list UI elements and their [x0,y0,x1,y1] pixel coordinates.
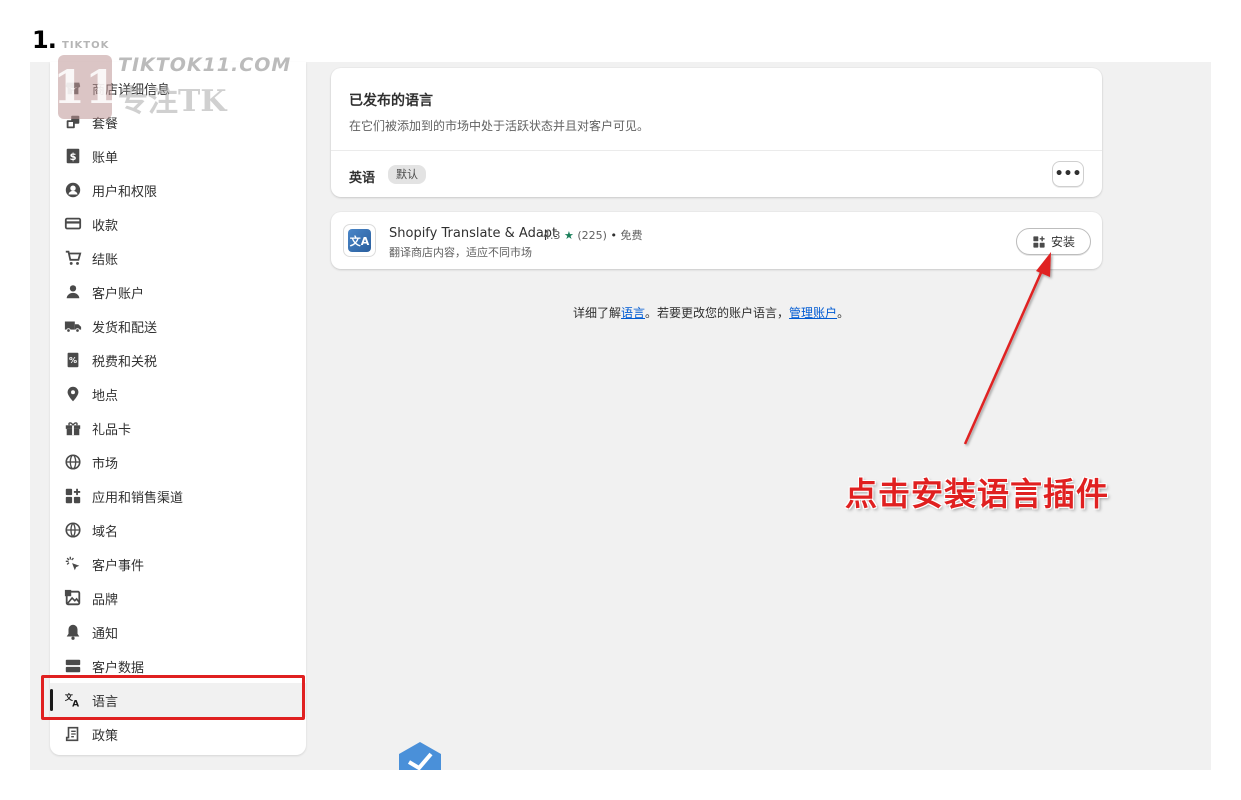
card-subtitle: 在它们被添加到的市场中处于活跃状态并且对客户可见。 [349,119,650,133]
sidebar-item-label: 地点 [92,388,119,404]
app-rating: 4.3 [543,229,561,242]
sidebar-item-brand[interactable]: 品牌 [50,581,306,615]
sidebar-item-label: 结账 [92,252,119,268]
annotation-text: 点击安装语言插件 [845,475,1110,513]
sidebar-item-label: 政策 [92,728,119,744]
sidebar-item-label: 市场 [92,456,119,472]
learn-more-text: 详细了解语言。若要更改您的账户语言，管理账户。 [573,304,849,321]
sidebar-item-checkout[interactable]: 结账 [50,241,306,275]
sidebar-item-customer-accounts[interactable]: 客户账户 [50,275,306,309]
cart-icon [64,249,82,267]
languages-link[interactable]: 语言 [621,306,645,320]
bell-icon [64,623,82,641]
sidebar-item-users[interactable]: 用户和权限 [50,173,306,207]
sidebar-item-label: 用户和权限 [92,184,158,200]
globe-icon [64,453,82,471]
policy-scroll-icon [64,725,82,743]
watermark-logo: 11 [53,55,117,119]
sidebar-item-payments[interactable]: 收款 [50,207,306,241]
sidebar-item-label: 账单 [92,150,119,166]
sidebar-item-shipping[interactable]: 发货和配送 [50,309,306,343]
sidebar-item-label: 客户账户 [92,286,145,302]
published-languages-card: 已发布的语言 在它们被添加到的市场中处于活跃状态并且对客户可见。 英语 默认 •… [331,68,1102,197]
star-icon: ★ [564,229,574,242]
data-icon [64,657,82,675]
sidebar-item-policies[interactable]: 政策 [50,717,306,751]
more-actions-button[interactable]: ••• [1052,161,1084,187]
translate-app-card: 文A Shopify Translate & Adapt 4.3 ★ (225)… [331,212,1102,269]
sidebar-item-apps[interactable]: 应用和销售渠道 [50,479,306,513]
payment-card-icon [64,215,82,233]
person-icon [64,283,82,301]
cursor-click-icon [64,555,82,573]
divider [331,150,1102,151]
install-label: 安装 [1050,235,1075,249]
sidebar-item-label: 礼品卡 [92,422,132,438]
sidebar-item-billing[interactable]: $ 账单 [50,139,306,173]
apps-add-icon [1033,235,1045,248]
sidebar-item-label: 发货和配送 [92,320,158,336]
sidebar-item-label: 通知 [92,626,119,642]
translate-app-icon: 文A [343,224,376,257]
domain-globe-icon [64,521,82,539]
sidebar-item-notifications[interactable]: 通知 [50,615,306,649]
truck-icon [64,317,82,335]
sidebar-item-label: 应用和销售渠道 [92,490,184,506]
gift-icon [64,419,82,437]
install-button[interactable]: 安装 [1016,228,1091,255]
sidebar-item-domains[interactable]: 域名 [50,513,306,547]
learn-suffix: 。 [837,306,850,320]
svg-text:$: $ [70,152,77,163]
sidebar-item-label: 收款 [92,218,119,234]
sidebar-item-customer-events[interactable]: 客户事件 [50,547,306,581]
sidebar-item-label: 客户数据 [92,660,145,676]
learn-middle: 。若要更改您的账户语言， [645,306,790,320]
user-circle-icon [64,181,82,199]
sidebar-item-markets[interactable]: 市场 [50,445,306,479]
highlight-box [41,675,305,720]
sidebar-item-label: 品牌 [92,592,119,608]
sidebar-item-label: 客户事件 [92,558,145,574]
translate-icon: 文A [348,229,371,252]
app-name[interactable]: Shopify Translate & Adapt [389,226,557,241]
decorative-logo-icon [399,742,441,770]
watermark-slogan: 专注TK [118,84,227,119]
default-badge: 默认 [388,165,426,184]
separator-dot: • [610,229,617,242]
app-meta: 4.3 ★ (225) • 免费 [543,227,642,243]
manage-account-link[interactable]: 管理账户 [789,306,837,320]
app-description: 翻译商店内容，适应不同市场 [389,246,532,259]
app-reviews: (225) [577,229,607,242]
svg-text:%: % [69,355,77,365]
billing-icon: $ [64,147,82,165]
app-price: 免费 [620,229,643,242]
sidebar-item-taxes[interactable]: % 税费和关税 [50,343,306,377]
sidebar-item-label: 税费和关税 [92,354,158,370]
settings-sidebar: 商店详细信息 套餐 $ 账单 用户和权限 收款 结账 客户账户 发货和配送 % … [50,62,306,755]
brand-image-icon [64,589,82,607]
learn-prefix: 详细了解 [573,306,622,320]
watermark-site: TIKTOK11.COM [118,54,292,76]
location-pin-icon [64,385,82,403]
language-name: 英语 [349,171,376,186]
sidebar-item-label: 域名 [92,524,119,540]
step-number: 1. [32,26,57,54]
sidebar-item-locations[interactable]: 地点 [50,377,306,411]
card-title: 已发布的语言 [349,93,433,109]
watermark-small: TIKTOK [62,40,110,51]
sidebar-item-gift-cards[interactable]: 礼品卡 [50,411,306,445]
tax-receipt-icon: % [64,351,82,369]
apps-icon [64,487,82,505]
